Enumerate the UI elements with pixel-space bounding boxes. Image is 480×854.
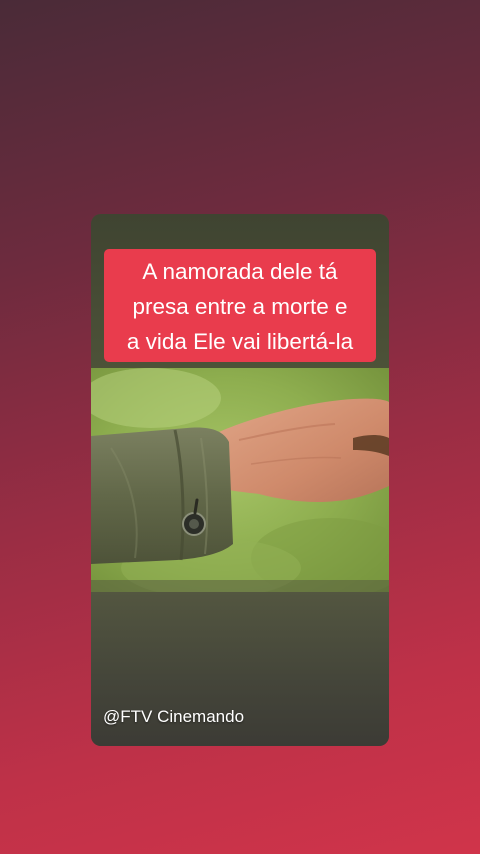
- video-frame[interactable]: [91, 368, 389, 592]
- caption-banner: A namorada dele tá presa entre a morte e…: [104, 249, 376, 362]
- caption-line-3: a vida Ele vai libertá-la: [126, 329, 354, 354]
- jacket-sleeve: [91, 427, 233, 564]
- video-still: [91, 368, 389, 592]
- story-card[interactable]: A namorada dele tá presa entre a morte e…: [91, 214, 389, 746]
- channel-watermark: @FTV Cinemando: [103, 707, 245, 726]
- caption-line-2: presa entre a morte e: [132, 294, 348, 319]
- caption-line-1: A namorada dele tá: [142, 259, 338, 284]
